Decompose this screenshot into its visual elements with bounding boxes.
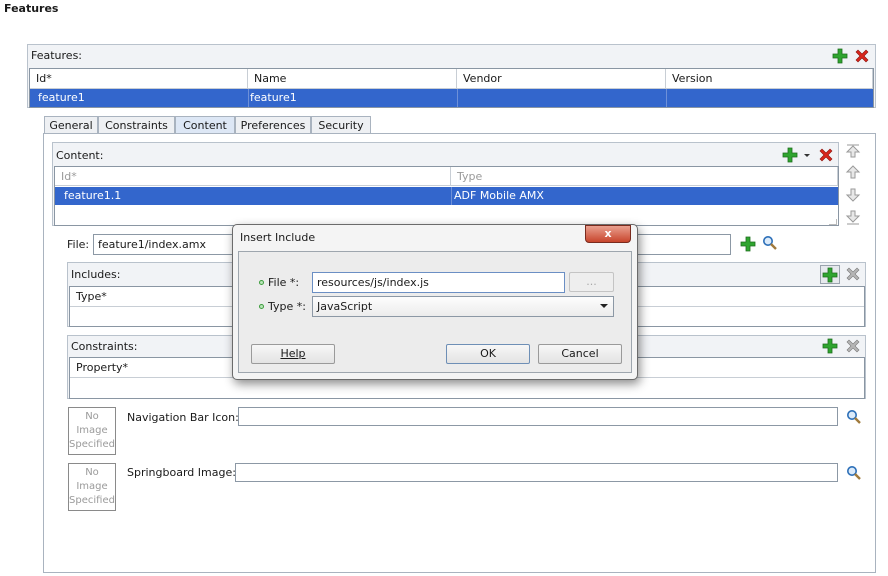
constraints-panel-title: Constraints:: [71, 340, 138, 353]
row-name: feature1: [250, 91, 297, 104]
row-version: [667, 89, 669, 107]
add-button-frame[interactable]: [820, 265, 840, 284]
tab-preferences[interactable]: Preferences: [235, 116, 311, 134]
column-header-id[interactable]: Id*: [30, 69, 248, 89]
add-icon[interactable]: [832, 48, 848, 64]
delete-icon[interactable]: [854, 48, 870, 64]
column-header-type[interactable]: Type: [451, 167, 838, 186]
add-icon[interactable]: [740, 236, 756, 252]
include-type-select[interactable]: JavaScript: [312, 296, 614, 317]
page-heading: Features: [4, 2, 59, 15]
features-panel-title: Features:: [31, 49, 83, 62]
move-bottom-icon[interactable]: [845, 209, 861, 225]
tab-security[interactable]: Security: [311, 116, 371, 134]
required-indicator-icon: [259, 280, 264, 285]
search-icon[interactable]: [762, 235, 778, 251]
close-icon: x: [604, 227, 612, 240]
dialog-title: Insert Include: [240, 231, 316, 244]
delete-icon[interactable]: [845, 338, 861, 354]
dialog-body: File *: resources/js/index.js ... Type *…: [238, 251, 632, 373]
row-type: ADF Mobile AMX: [454, 189, 544, 202]
required-indicator-icon: [259, 304, 264, 309]
features-table: Id* Name Vendor Version feature1 feature…: [29, 68, 874, 108]
navigation-bar-icon-input[interactable]: [238, 407, 838, 426]
tab-content[interactable]: Content: [175, 116, 235, 134]
content-table: Id* Type feature1.1 ADF Mobile AMX: [54, 166, 839, 226]
include-type-label: Type *:: [259, 300, 306, 313]
ok-button[interactable]: OK: [446, 344, 530, 364]
springboard-image-label: Springboard Image:: [127, 466, 236, 479]
row-id: feature1.1: [64, 189, 122, 202]
move-top-icon[interactable]: [845, 143, 861, 159]
tab-constraints[interactable]: Constraints: [98, 116, 175, 134]
includes-panel-title: Includes:: [71, 268, 121, 281]
include-file-label: File *:: [259, 276, 299, 289]
table-row[interactable]: feature1.1 ADF Mobile AMX: [55, 187, 838, 205]
column-header-vendor[interactable]: Vendor: [457, 69, 666, 89]
browse-button[interactable]: ...: [569, 272, 614, 292]
tab-general[interactable]: General: [44, 116, 98, 134]
help-button[interactable]: Help: [251, 344, 335, 364]
content-panel: Content: Id* Type feature1.1 ADF Mobile …: [52, 142, 839, 226]
table-row[interactable]: feature1 feature1: [30, 89, 873, 107]
row-vendor: [458, 89, 460, 107]
move-up-icon[interactable]: [845, 164, 861, 180]
insert-include-dialog: Insert Include x File *: resources/js/in…: [232, 224, 638, 380]
include-type-value: JavaScript: [317, 300, 373, 313]
close-button[interactable]: x: [585, 225, 631, 243]
column-header-version[interactable]: Version: [666, 69, 873, 89]
delete-icon[interactable]: [818, 147, 834, 163]
add-icon[interactable]: [822, 267, 838, 283]
springboard-image-preview: No Image Specified: [68, 463, 116, 511]
add-icon[interactable]: [822, 338, 838, 354]
include-file-input[interactable]: resources/js/index.js: [312, 272, 565, 293]
navigation-bar-icon-label: Navigation Bar Icon:: [127, 411, 239, 424]
search-icon[interactable]: [846, 409, 862, 425]
move-down-icon[interactable]: [845, 187, 861, 203]
delete-icon[interactable]: [845, 266, 861, 282]
cancel-button[interactable]: Cancel: [538, 344, 622, 364]
column-header-name[interactable]: Name: [248, 69, 457, 89]
features-panel: Features: Id* Name Vendor Version featur…: [27, 44, 876, 108]
content-panel-title: Content:: [56, 149, 104, 162]
file-label: File:: [67, 238, 90, 251]
column-header-id[interactable]: Id*: [55, 167, 451, 186]
chevron-down-icon: [600, 304, 608, 308]
springboard-image-input[interactable]: [235, 463, 838, 482]
navigation-bar-icon-preview: No Image Specified: [68, 407, 116, 455]
dropdown-icon[interactable]: [802, 148, 812, 162]
add-icon[interactable]: [782, 147, 798, 163]
search-icon[interactable]: [846, 465, 862, 481]
row-id: feature1: [38, 91, 85, 104]
